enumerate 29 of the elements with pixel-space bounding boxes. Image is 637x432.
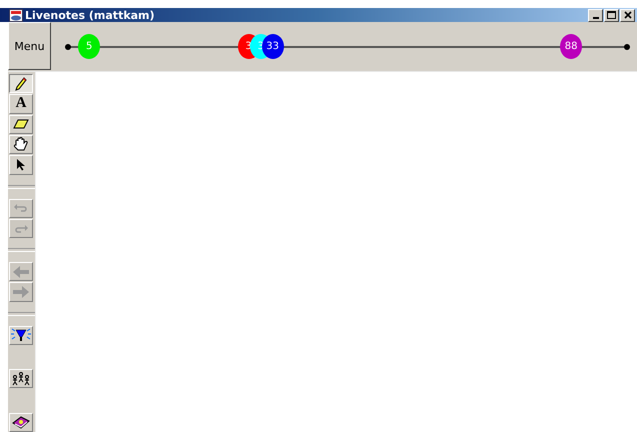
right-arrow-icon <box>13 286 29 298</box>
pencil-icon <box>15 76 27 91</box>
close-button[interactable] <box>620 8 635 22</box>
pointer-button[interactable] <box>9 155 33 175</box>
left-arrow-icon <box>13 266 29 278</box>
hand-icon <box>13 137 29 152</box>
book-button[interactable] <box>9 412 33 432</box>
eraser-button[interactable] <box>9 114 33 134</box>
hand-button[interactable] <box>9 134 33 154</box>
maximize-button[interactable] <box>604 8 619 22</box>
minimize-button[interactable] <box>588 8 603 22</box>
spotlight-icon <box>10 327 32 344</box>
timeline-marker[interactable]: 88 <box>560 34 582 58</box>
app-icon <box>9 8 23 22</box>
window-title: Livenotes (mattkam) <box>25 8 156 22</box>
timeline-marker[interactable]: 33 <box>262 34 284 58</box>
text-tool-button[interactable]: A <box>9 94 33 114</box>
eraser-icon <box>13 119 29 130</box>
redo-icon <box>14 224 28 233</box>
menu-button[interactable]: Menu <box>8 22 51 70</box>
people-button[interactable] <box>9 369 33 388</box>
pointer-icon <box>16 158 26 172</box>
pen-button[interactable] <box>9 74 33 94</box>
book-icon <box>12 415 30 430</box>
maximize-icon <box>607 11 616 19</box>
undo-icon <box>14 204 28 212</box>
close-icon <box>624 11 632 19</box>
people-icon <box>11 372 31 386</box>
spotlight-button[interactable] <box>9 326 33 346</box>
